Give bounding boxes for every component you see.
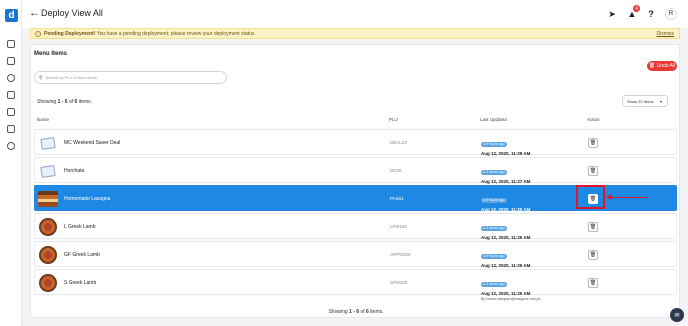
updated-date: Aug 12, 2020, 11:35 AM	[481, 235, 531, 240]
card-title: Menu Items	[34, 51, 68, 57]
banner-label: Pending Deployment!	[44, 30, 96, 37]
annotation-arrow-line	[610, 197, 648, 198]
page-size-select[interactable]: Show 20 Items ▾	[622, 95, 668, 107]
trash-icon[interactable]: 🗑︎	[588, 250, 598, 260]
item-plu: DR30	[390, 168, 402, 173]
time-ago-badge: ● 0 hours ago	[481, 197, 507, 203]
time-ago-badge: ● 0 hours ago	[481, 225, 507, 231]
search-input[interactable]: ⚲ Search by PLU or item name	[34, 71, 227, 84]
showing-count-bottom: Showing 1 - 6 of 6 items.	[328, 309, 384, 315]
last-updated: ● 0 hours ago Aug 12, 2020, 11:35 AMBy ro…	[481, 272, 541, 301]
menu-items-card: Menu Items 🗑︎ Undo All ⚲ Search by PLU o…	[30, 44, 680, 318]
updated-date: Aug 12, 2020, 11:37 AM	[481, 179, 531, 184]
pending-deployment-banner: ! Pending Deployment! You have a pending…	[30, 28, 680, 39]
page-title: Deploy View All	[41, 8, 103, 18]
item-name: L Greek Lamb	[64, 224, 96, 230]
item-thumbnail	[37, 160, 59, 182]
item-name: S Greek Lamb	[64, 280, 97, 286]
trash-icon[interactable]: 🗑︎	[588, 278, 598, 288]
list-icon[interactable]	[7, 57, 15, 65]
settings-icon[interactable]	[7, 74, 15, 82]
updated-date: Aug 12, 2020, 11:35 AM	[481, 207, 531, 212]
dashboard-icon[interactable]	[7, 40, 15, 48]
item-name: GF Greek Lamb	[64, 252, 100, 258]
menu-icon[interactable]	[7, 108, 15, 116]
item-thumbnail	[37, 188, 59, 210]
tools-icon[interactable]	[7, 125, 15, 133]
item-thumbnail	[37, 132, 59, 154]
dismiss-link[interactable]: Dismiss	[657, 31, 675, 37]
chat-icon[interactable]: ✉	[670, 308, 684, 322]
arrow-left-icon[interactable]: ←	[29, 7, 40, 19]
table-row[interactable]: GF Greek Lamb GFPI0100 ● 0 hours ago Aug 12…	[34, 241, 677, 273]
item-thumbnail	[37, 244, 59, 266]
time-ago-badge: ● 0 hours ago	[481, 281, 507, 287]
table-row[interactable]: Horchata DR30 ● 0 hours ago Aug 12, 2020, 1…	[34, 157, 677, 189]
rocket-icon[interactable]: ➤	[606, 8, 618, 20]
trash-icon[interactable]: 🗑︎	[588, 222, 598, 232]
trash-icon[interactable]: 🗑︎	[588, 166, 598, 176]
item-plu: PAS01	[390, 196, 404, 201]
chevron-down-icon: ▾	[659, 98, 662, 104]
col-last-updated: Last Updated	[480, 117, 507, 122]
table-row[interactable]: L Greek Lamb LPI0100 ● 0 hours ago Aug 12, …	[34, 213, 677, 245]
logout-icon[interactable]	[7, 142, 15, 150]
time-ago-badge: ● 0 hours ago	[481, 253, 507, 259]
item-name: MC Weekend Saver Deal	[64, 140, 121, 146]
avatar[interactable]: R	[665, 8, 677, 20]
table-row[interactable]: S Greek Lamb SPI0100 ● 0 hours ago Aug 12, …	[34, 269, 677, 301]
banner-message: You have a pending deployment; please re…	[96, 30, 256, 37]
notification-badge: 4	[633, 5, 640, 12]
search-placeholder: Search by PLU or item name	[45, 75, 98, 80]
table-row[interactable]: MC Weekend Saver Deal DEAL23 ● 0 hours ago…	[34, 129, 677, 161]
highlight-box	[576, 185, 605, 209]
annotation-arrow-head	[606, 194, 612, 200]
table-header: Name PLU Last Updated Action	[31, 115, 681, 125]
trash-icon[interactable]: 🗑︎	[588, 138, 598, 148]
item-thumbnail	[37, 216, 59, 238]
item-name: Homemade Lasagna	[64, 196, 111, 202]
col-name: Name	[37, 117, 50, 122]
search-icon: ⚲	[39, 74, 43, 81]
warning-icon: !	[35, 30, 41, 37]
item-name: Horchata	[64, 168, 85, 174]
showing-count-top: Showing 1 - 6 of 6 items.	[37, 99, 93, 105]
item-thumbnail	[37, 272, 59, 294]
updated-date: Aug 12, 2020, 11:39 AM	[481, 151, 531, 156]
undo-all-label: Undo All	[656, 63, 676, 69]
app-logo[interactable]: d	[5, 9, 18, 22]
item-plu: SPI0100	[390, 280, 408, 285]
updated-date: Aug 12, 2020, 11:35 AM	[481, 291, 531, 296]
updated-by: By romeo.stamparo@easypos.com.ph	[481, 297, 541, 301]
time-ago-badge: ● 0 hours ago	[481, 169, 507, 175]
updated-date: Aug 12, 2020, 11:35 AM	[481, 263, 531, 268]
undo-all-button[interactable]: 🗑︎ Undo All	[647, 61, 677, 71]
item-plu: DEAL23	[390, 140, 407, 145]
col-plu: PLU	[389, 117, 398, 122]
top-bar: ← Deploy View All	[22, 0, 688, 28]
help-icon[interactable]: ?	[645, 8, 657, 20]
sidebar: d	[0, 0, 22, 326]
item-plu: GFPI0100	[390, 252, 411, 257]
store-icon[interactable]	[7, 91, 15, 99]
item-plu: LPI0100	[390, 224, 407, 229]
col-action: Action	[587, 117, 600, 122]
time-ago-badge: ● 0 hours ago	[481, 141, 507, 147]
